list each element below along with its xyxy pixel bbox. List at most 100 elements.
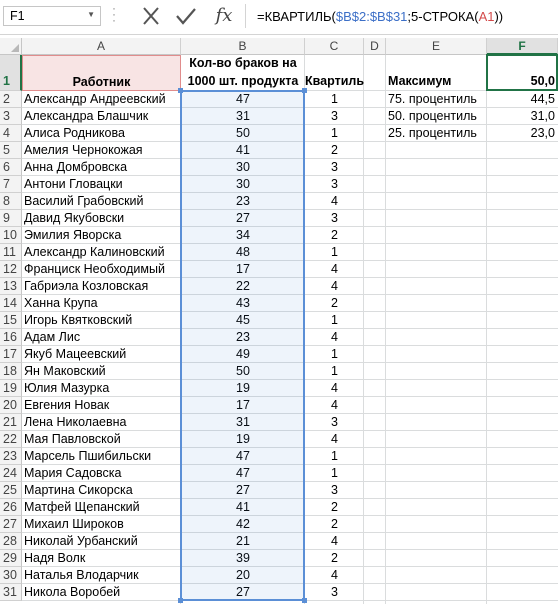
cell-employee-name[interactable]: Игорь Квятковский [22, 312, 181, 329]
cell-quartile[interactable]: 1 [305, 91, 364, 108]
range-resize-handle[interactable] [178, 88, 183, 93]
row-header[interactable]: 6 [0, 159, 22, 176]
chevron-down-icon[interactable]: ▼ [87, 10, 95, 19]
column-header-d[interactable]: D [364, 38, 386, 55]
row-header[interactable]: 22 [0, 431, 22, 448]
row-header[interactable]: 12 [0, 261, 22, 278]
row-header[interactable]: 20 [0, 397, 22, 414]
row-header[interactable]: 11 [0, 244, 22, 261]
row-header[interactable]: 31 [0, 584, 22, 601]
cell-employee-name[interactable]: Наталья Влодарчик [22, 567, 181, 584]
cell-employee-name[interactable]: Мая Павловской [22, 431, 181, 448]
cell-b1-header[interactable]: 1000 шт. продукта [181, 73, 305, 91]
cell-quartile[interactable]: 3 [305, 584, 364, 601]
row-header[interactable]: 18 [0, 363, 22, 380]
cell-a1-header[interactable]: Работник [22, 55, 181, 91]
cell-employee-name[interactable]: Ян Маковский [22, 363, 181, 380]
cell-employee-name[interactable]: Анна Домбровска [22, 159, 181, 176]
cell-quartile[interactable]: 1 [305, 125, 364, 142]
cell-quartile[interactable]: 3 [305, 108, 364, 125]
cell-employee-name[interactable]: Лена Николаевна [22, 414, 181, 431]
spreadsheet-grid[interactable]: A B C D E F 1 2 3 4 5 6 7 8 9 10 11 12 13 14 15 16 17 18 19 20 21 2… [0, 38, 558, 604]
cell-employee-name[interactable]: Александра Блашчик [22, 108, 181, 125]
row-header[interactable]: 27 [0, 516, 22, 533]
row-header[interactable]: 7 [0, 176, 22, 193]
stat-label[interactable]: 25. процентиль [386, 125, 487, 142]
cell-employee-name[interactable]: Матфей Щепанский [22, 499, 181, 516]
cell-quartile[interactable]: 2 [305, 142, 364, 159]
cell-quartile[interactable]: 1 [305, 312, 364, 329]
cell-employee-name[interactable]: Марсель Пшибильски [22, 448, 181, 465]
cell-employee-name[interactable]: Евгения Новак [22, 397, 181, 414]
row-header[interactable]: 4 [0, 125, 22, 142]
cell-employee-name[interactable]: Якуб Мацеевский [22, 346, 181, 363]
cell-quartile[interactable]: 2 [305, 295, 364, 312]
cell-quartile[interactable]: 1 [305, 448, 364, 465]
cell-quartile[interactable]: 3 [305, 482, 364, 499]
cell-quartile[interactable]: 4 [305, 278, 364, 295]
cell-employee-name[interactable]: Никола Воробей [22, 584, 181, 601]
cell-employee-name[interactable]: Амелия Чернокожая [22, 142, 181, 159]
column-header-b[interactable]: B [181, 38, 305, 55]
stat-value[interactable]: 44,5 [487, 91, 558, 108]
cell-quartile[interactable]: 3 [305, 176, 364, 193]
row-header[interactable]: 2 [0, 91, 22, 108]
cell-quartile[interactable]: 2 [305, 550, 364, 567]
row-header[interactable]: 26 [0, 499, 22, 516]
cell-quartile[interactable]: 4 [305, 261, 364, 278]
row-header[interactable]: 14 [0, 295, 22, 312]
cell-quartile[interactable]: 3 [305, 159, 364, 176]
row-header[interactable]: 30 [0, 567, 22, 584]
row-header[interactable]: 19 [0, 380, 22, 397]
stat-value[interactable]: 31,0 [487, 108, 558, 125]
cell-employee-name[interactable]: Адам Лис [22, 329, 181, 346]
insert-function-icon[interactable]: fx [210, 4, 238, 28]
cell-employee-name[interactable]: Александр Калиновский [22, 244, 181, 261]
cell-quartile[interactable]: 1 [305, 346, 364, 363]
cell-quartile[interactable]: 4 [305, 397, 364, 414]
row-header[interactable]: 21 [0, 414, 22, 431]
row-header[interactable]: 23 [0, 448, 22, 465]
cancel-button[interactable] [137, 4, 165, 28]
cell-employee-name[interactable]: Михаил Широков [22, 516, 181, 533]
cell-quartile[interactable]: 3 [305, 210, 364, 227]
cell-employee-name[interactable]: Ханна Крупа [22, 295, 181, 312]
cell-employee-name[interactable]: Мария Садовска [22, 465, 181, 482]
cell-employee-name[interactable]: Франциск Необходимый [22, 261, 181, 278]
range-resize-handle[interactable] [178, 598, 183, 603]
cell-quartile[interactable]: 4 [305, 380, 364, 397]
cell-employee-name[interactable]: Николай Урбанский [22, 533, 181, 550]
stat-label[interactable]: 50. процентиль [386, 108, 487, 125]
cell-employee-name[interactable]: Надя Волк [22, 550, 181, 567]
row-header[interactable]: 28 [0, 533, 22, 550]
cell-b1-header[interactable]: Кол-во браков на [181, 55, 305, 73]
row-header[interactable]: 8 [0, 193, 22, 210]
cell-quartile[interactable]: 2 [305, 516, 364, 533]
stat-value[interactable]: 23,0 [487, 125, 558, 142]
cell-employee-name[interactable]: Алиса Родникова [22, 125, 181, 142]
column-header-c[interactable]: C [305, 38, 364, 55]
row-header[interactable]: 25 [0, 482, 22, 499]
cell-employee-name[interactable]: Василий Грабовский [22, 193, 181, 210]
cell-employee-name[interactable]: Антони Гловацки [22, 176, 181, 193]
cell-quartile[interactable]: 1 [305, 465, 364, 482]
row-header[interactable]: 3 [0, 108, 22, 125]
column-header-a[interactable]: A [22, 38, 181, 55]
select-all-corner[interactable] [0, 38, 22, 55]
cell-quartile[interactable]: 4 [305, 567, 364, 584]
row-header[interactable]: 29 [0, 550, 22, 567]
row-header[interactable]: 13 [0, 278, 22, 295]
row-header[interactable]: 24 [0, 465, 22, 482]
row-header[interactable]: 10 [0, 227, 22, 244]
range-resize-handle[interactable] [302, 88, 307, 93]
formula-input[interactable]: =КВАРТИЛЬ($B$2:$B$31;5-СТРОКА(A1)) [245, 4, 558, 28]
cell-quartile[interactable]: 1 [305, 363, 364, 380]
range-resize-handle[interactable] [302, 598, 307, 603]
cell-quartile[interactable]: 2 [305, 499, 364, 516]
row-header[interactable]: 15 [0, 312, 22, 329]
name-box[interactable]: F1 ▼ [3, 6, 101, 26]
cell-c1-header[interactable]: Квартиль [305, 55, 364, 91]
cell-employee-name[interactable]: Давид Якубовски [22, 210, 181, 227]
row-header[interactable]: 16 [0, 329, 22, 346]
cell-quartile[interactable]: 4 [305, 193, 364, 210]
